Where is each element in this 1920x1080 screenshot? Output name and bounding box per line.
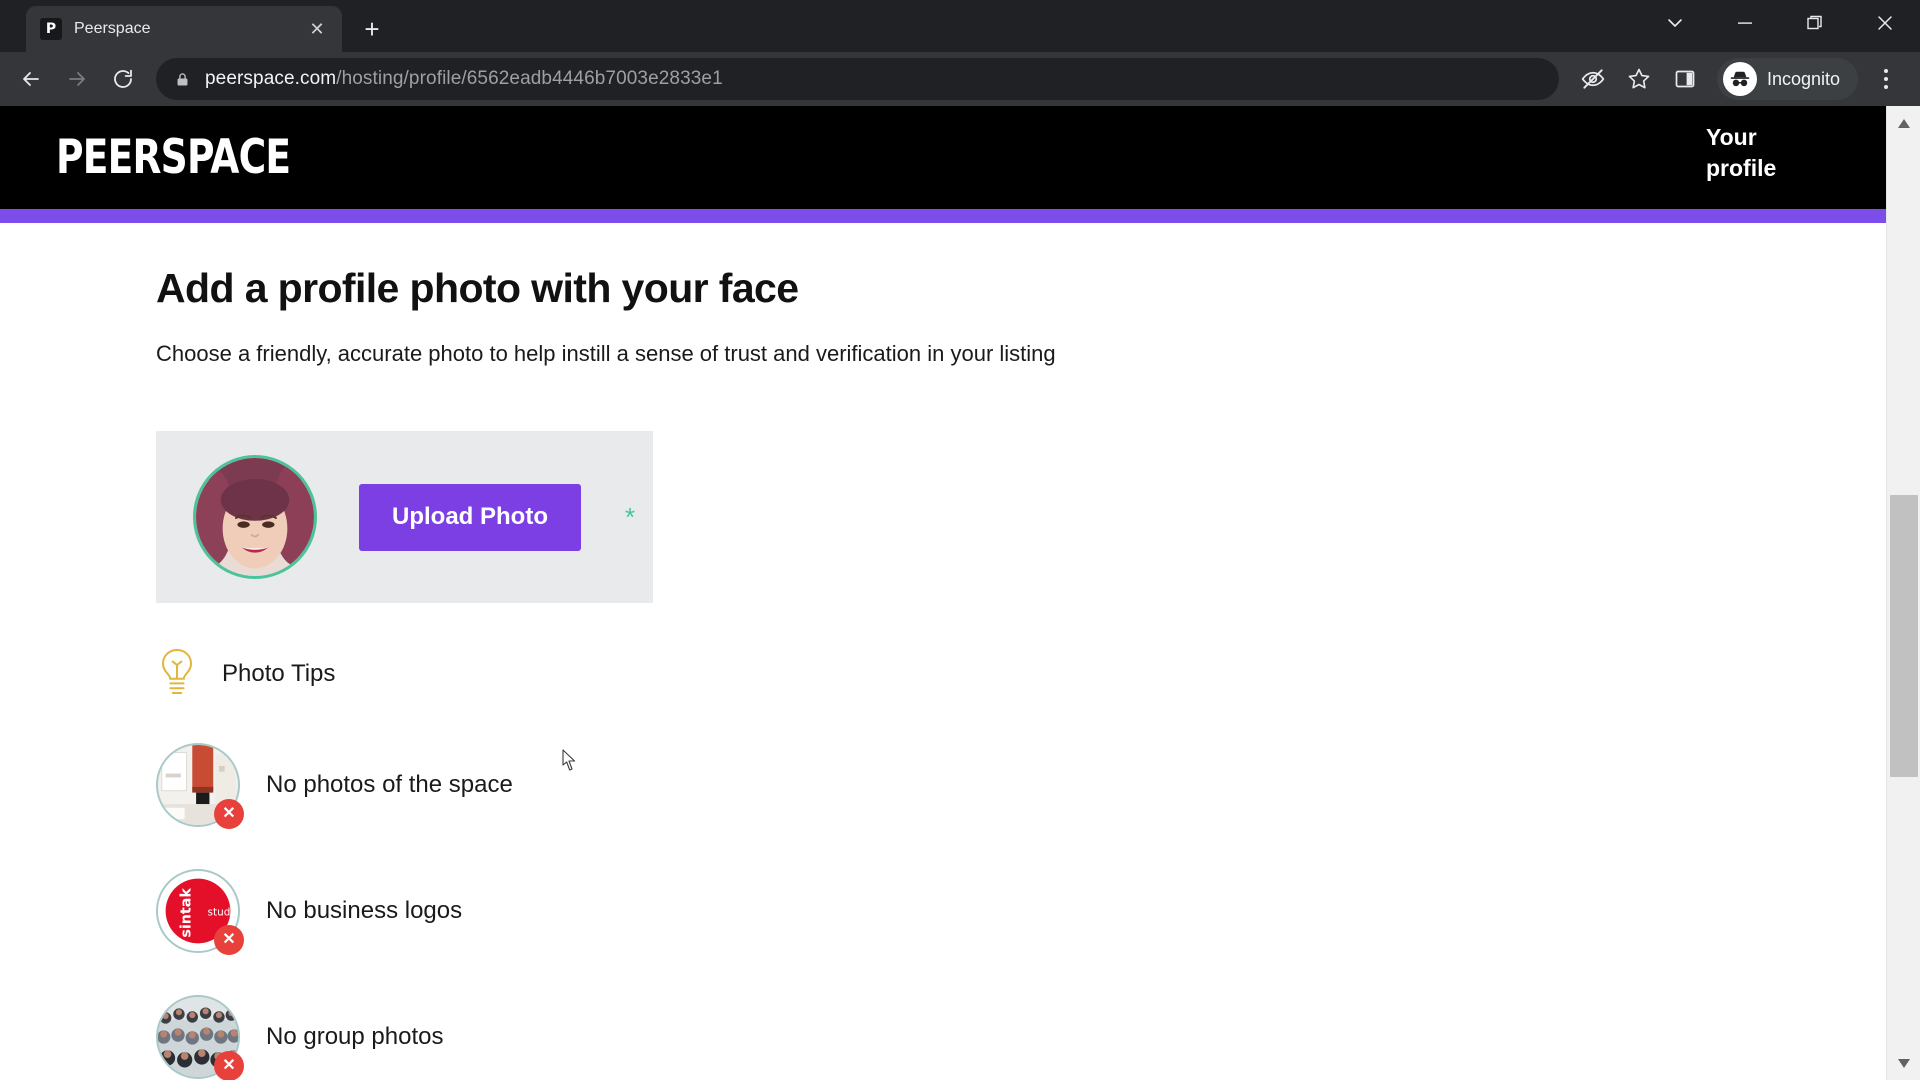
progress-bar-track xyxy=(0,209,1886,223)
peerspace-logo[interactable]: PEERSPACE xyxy=(56,134,291,181)
kebab-dot xyxy=(1884,77,1888,81)
tab-title: Peerspace xyxy=(74,20,151,37)
upload-photo-button[interactable]: Upload Photo xyxy=(359,483,581,551)
lightbulb-icon xyxy=(156,647,198,701)
peerspace-page: PEERSPACE Your profile Add a profile pho… xyxy=(0,106,1886,1080)
page-title: Add a profile photo with your face xyxy=(156,265,799,311)
photo-tip-label: No business logos xyxy=(266,897,463,925)
browser-window: P Peerspace ✕ + peerspace.com/hosting/pr… xyxy=(0,0,1920,1080)
url-domain: peerspace.com xyxy=(205,68,337,89)
page-content: Add a profile photo with your face Choos… xyxy=(0,223,1886,1080)
chrome-menu-icon[interactable] xyxy=(1866,57,1906,101)
toolbar-icon-group xyxy=(1571,57,1707,101)
scroll-down-button[interactable] xyxy=(1887,1046,1920,1080)
scrollbar-thumb[interactable] xyxy=(1889,495,1918,777)
scrollbar-track[interactable] xyxy=(1887,140,1920,1046)
photo-tip-item: sintak studio ✕ No business logos xyxy=(156,869,1886,956)
new-tab-button[interactable]: + xyxy=(352,9,392,49)
required-asterisk: * xyxy=(624,502,636,533)
url-path: /hosting/profile/6562eadb4446b7003e2833e… xyxy=(336,68,723,89)
upload-photo-card: Upload Photo * xyxy=(156,431,653,604)
tab-search-button[interactable] xyxy=(1640,0,1710,46)
url-text: peerspace.com/hosting/profile/6562eadb44… xyxy=(205,68,1545,90)
profile-label: Incognito xyxy=(1766,68,1840,89)
scroll-up-button[interactable] xyxy=(1887,106,1920,140)
site-header: PEERSPACE Your profile xyxy=(0,106,1886,209)
window-controls xyxy=(1640,0,1920,46)
back-button[interactable] xyxy=(10,58,52,100)
page-viewport: PEERSPACE Your profile Add a profile pho… xyxy=(0,106,1920,1080)
your-profile-link[interactable]: Your profile xyxy=(1706,122,1790,184)
photo-tip-item: ✕ No photos of the space xyxy=(156,743,1886,830)
close-tab-icon[interactable]: ✕ xyxy=(304,16,330,42)
photo-tip-label: No group photos xyxy=(266,1023,444,1051)
close-window-button[interactable] xyxy=(1850,0,1920,46)
bookmark-star-icon[interactable] xyxy=(1617,57,1661,101)
photo-tip-label: No photos of the space xyxy=(266,771,513,799)
photo-tip-item: ✕ No group photos xyxy=(156,995,1886,1080)
eye-slash-icon[interactable] xyxy=(1571,57,1615,101)
reload-button[interactable] xyxy=(102,58,144,100)
tip-reject-badge-icon: ✕ xyxy=(214,1051,244,1080)
peerspace-favicon: P xyxy=(40,18,62,40)
browser-tab-peerspace[interactable]: P Peerspace ✕ xyxy=(26,6,342,52)
photo-tips-header: Photo Tips xyxy=(156,647,1886,701)
mouse-cursor xyxy=(562,749,578,778)
photo-tips-title: Photo Tips xyxy=(222,660,336,688)
profile-incognito-chip[interactable]: Incognito xyxy=(1716,58,1858,100)
minimize-button[interactable] xyxy=(1710,0,1780,46)
profile-avatar-preview[interactable] xyxy=(193,455,317,580)
maximize-button[interactable] xyxy=(1780,0,1850,46)
forward-button[interactable] xyxy=(56,58,98,100)
svg-text:sintak: sintak xyxy=(178,888,194,938)
address-bar[interactable]: peerspace.com/hosting/profile/6562eadb44… xyxy=(156,58,1559,100)
browser-toolbar: peerspace.com/hosting/profile/6562eadb44… xyxy=(0,52,1920,106)
tip-thumbnail-wrapper: ✕ xyxy=(156,995,244,1080)
side-panel-icon[interactable] xyxy=(1663,57,1707,101)
tip-reject-badge-icon: ✕ xyxy=(214,799,244,830)
lock-icon xyxy=(174,71,191,88)
tip-reject-badge-icon: ✕ xyxy=(214,925,244,956)
incognito-avatar-icon xyxy=(1722,62,1757,96)
tab-strip: P Peerspace ✕ + xyxy=(0,0,1920,52)
page-scrollbar[interactable] xyxy=(1886,106,1920,1080)
tip-thumbnail-wrapper: ✕ xyxy=(156,743,244,830)
svg-text:studio: studio xyxy=(208,907,238,919)
tip-thumbnail-wrapper: sintak studio ✕ xyxy=(156,869,244,956)
kebab-dot xyxy=(1884,69,1888,73)
progress-bar-fill xyxy=(0,209,1886,223)
kebab-dot xyxy=(1884,85,1888,89)
page-subtitle: Choose a friendly, accurate photo to hel… xyxy=(156,341,1056,367)
